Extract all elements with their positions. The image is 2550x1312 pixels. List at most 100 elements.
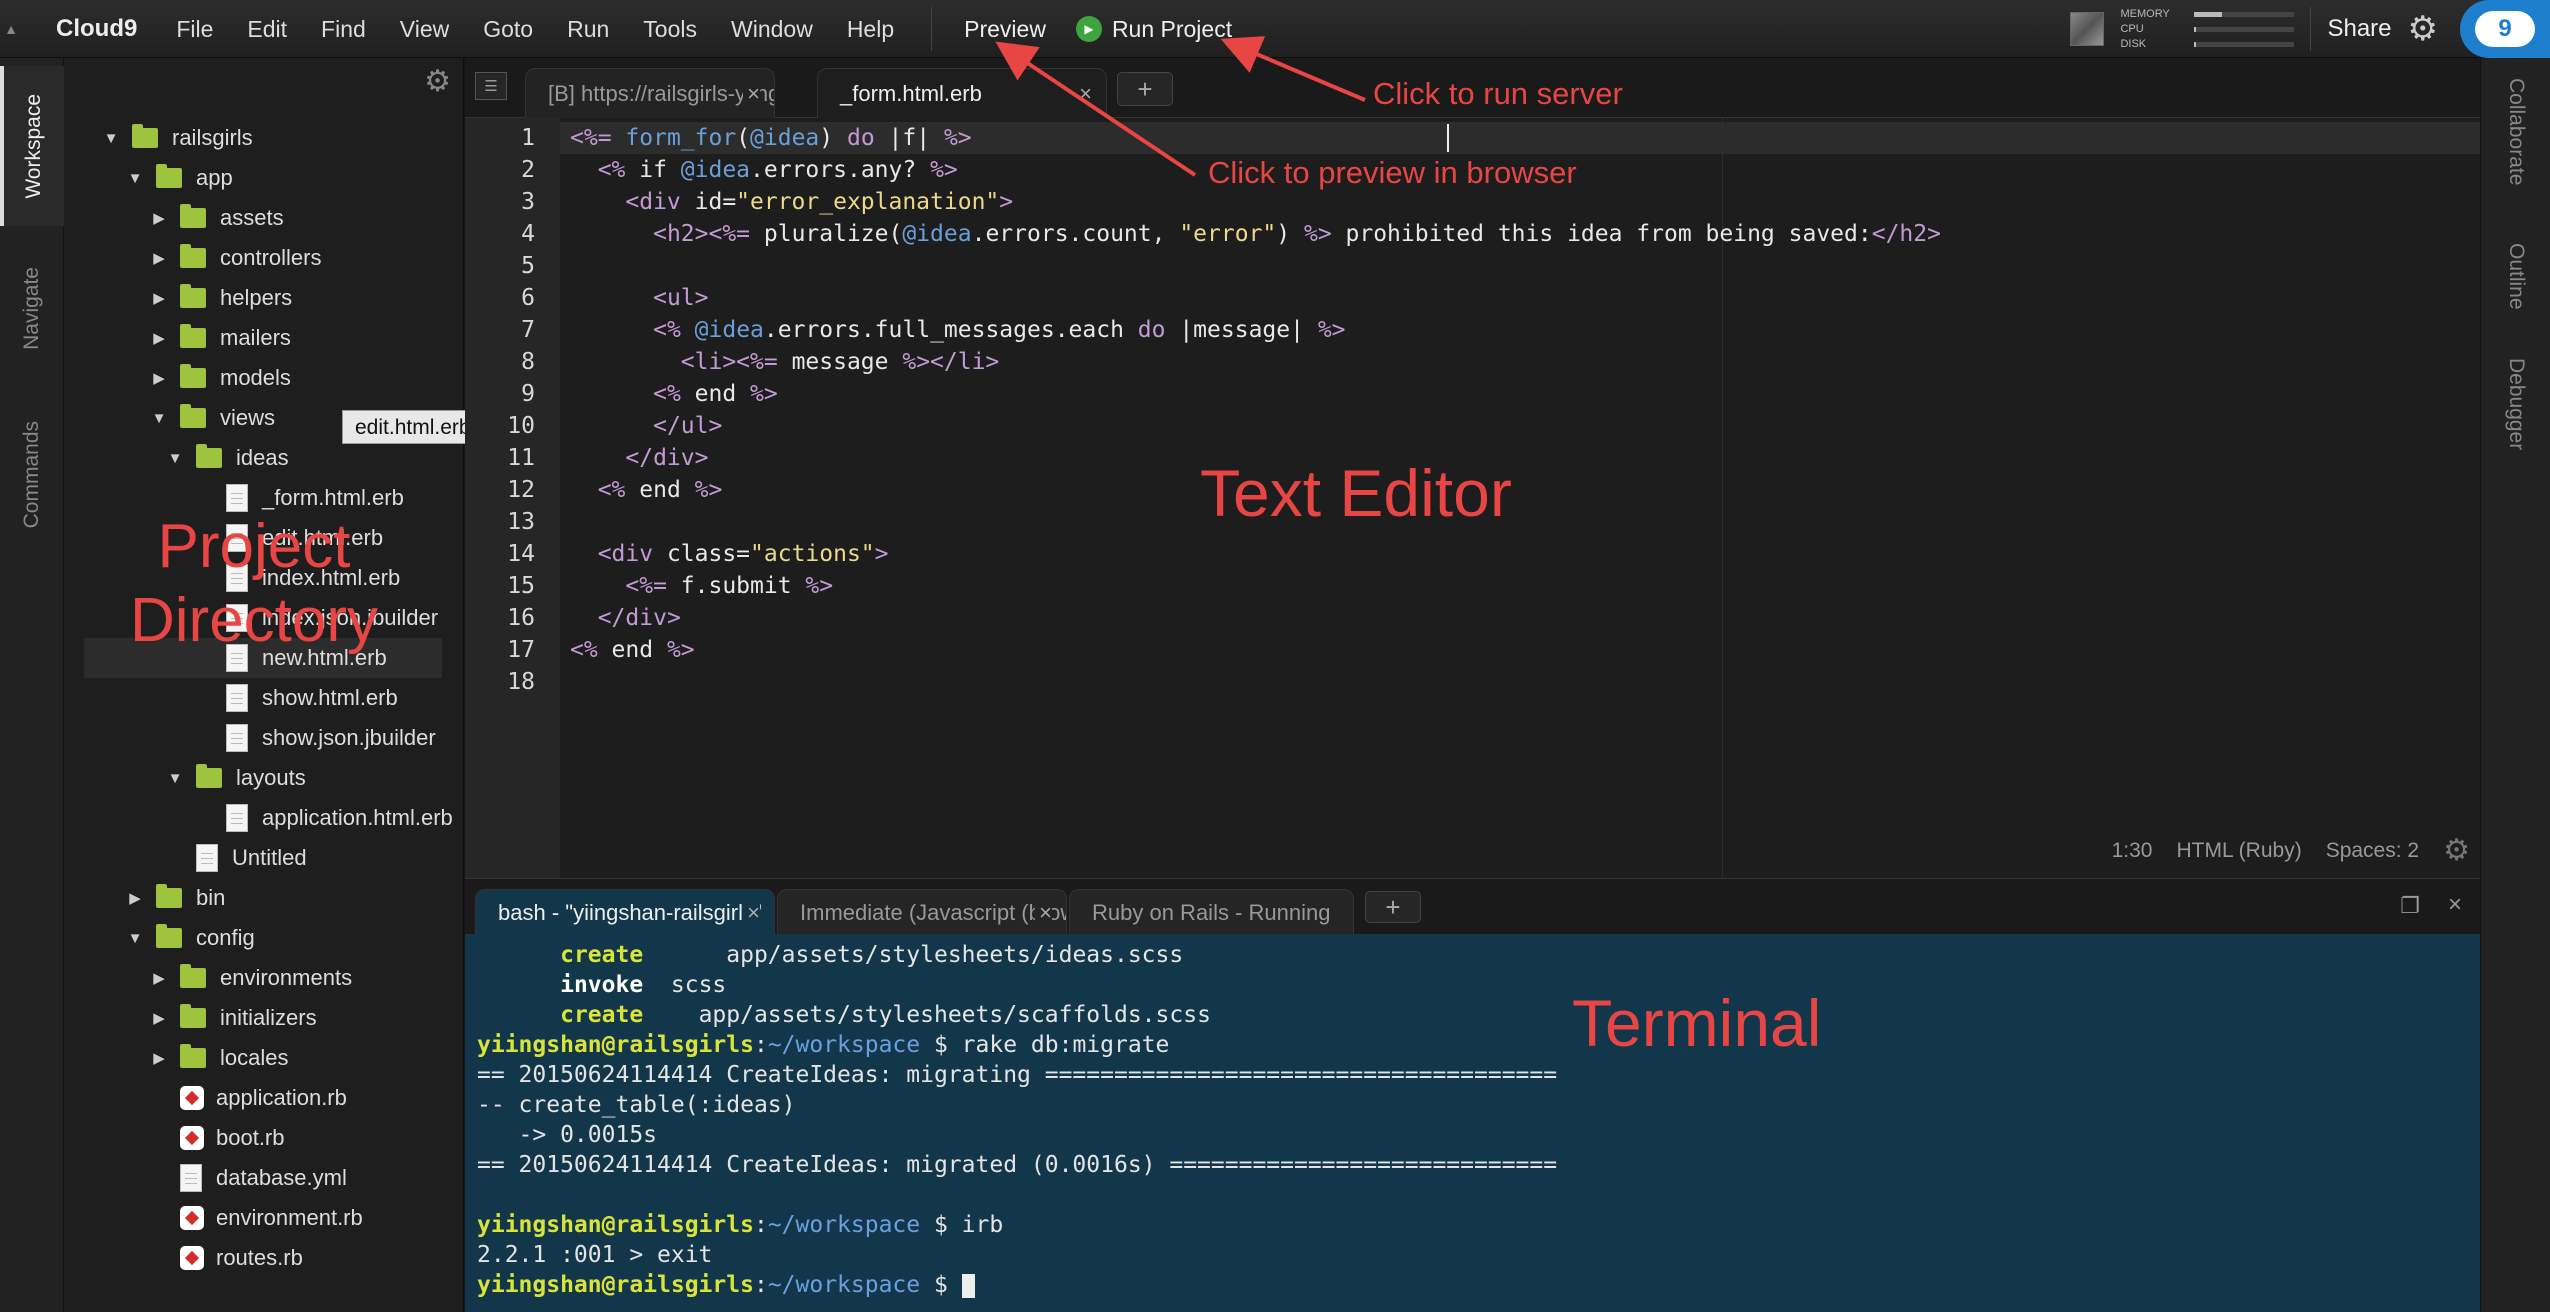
triangle-up-icon: ▲	[4, 20, 18, 37]
cloud9-logo[interactable]: 9	[2460, 0, 2550, 58]
gear-icon[interactable]: ⚙	[2408, 9, 2438, 49]
line-number: 1	[521, 125, 535, 151]
tab-immediate[interactable]: Immediate (Javascript (browser)) ×	[777, 889, 1067, 935]
close-icon[interactable]: ×	[1079, 69, 1092, 119]
tree-item-application-html-erb[interactable]: application.html.erb	[64, 798, 453, 838]
terminal-line: yiingshan@railsgirls:~/workspace $ rake …	[477, 1030, 1169, 1060]
menu-view[interactable]: View	[383, 0, 466, 58]
rail-tab-debugger[interactable]: Debugger	[2481, 358, 2550, 450]
menu-help[interactable]: Help	[830, 0, 911, 58]
stat-fill	[2194, 41, 2197, 47]
tree-item-bin[interactable]: ▶ bin	[64, 878, 225, 918]
chevron-down-icon[interactable]: ▼	[164, 770, 186, 787]
tree-item-locales[interactable]: ▶ locales	[64, 1038, 288, 1078]
share-button[interactable]: Share	[2327, 15, 2391, 43]
terminal-line: create app/assets/stylesheets/ideas.scss	[477, 940, 1183, 970]
indent-setting[interactable]: Spaces: 2	[2326, 839, 2419, 863]
tree-item-boot-rb[interactable]: boot.rb	[64, 1118, 285, 1158]
tree-item-show-html-erb[interactable]: show.html.erb	[64, 678, 398, 718]
chevron-right-icon[interactable]: ▶	[148, 289, 170, 307]
tree-item-label: locales	[220, 1045, 289, 1070]
tree-item-controllers[interactable]: ▶ controllers	[64, 238, 321, 278]
rail-tab-workspace[interactable]: Workspace	[0, 66, 64, 226]
terminal-token: yiingshan@railsgirls	[477, 1212, 754, 1238]
rail-tab-commands[interactable]: Commands	[0, 380, 64, 570]
close-icon[interactable]: ×	[743, 890, 760, 935]
chevron-down-icon[interactable]: ▼	[124, 930, 146, 947]
tree-item-layouts[interactable]: ▼ layouts	[64, 758, 306, 798]
close-icon[interactable]: ×	[743, 69, 760, 118]
chevron-right-icon[interactable]: ▶	[148, 209, 170, 227]
code-token: </h2>	[1871, 221, 1941, 247]
line-number: 8	[521, 349, 535, 375]
terminal[interactable]: create app/assets/stylesheets/ideas.scss…	[465, 934, 2480, 1312]
tree-item-database-yml[interactable]: database.yml	[64, 1158, 347, 1198]
menu-run[interactable]: Run	[550, 0, 626, 58]
tree-item-label: helpers	[220, 285, 293, 310]
menu-find[interactable]: Find	[304, 0, 383, 58]
menu-window[interactable]: Window	[714, 0, 830, 58]
chevron-right-icon[interactable]: ▶	[148, 1049, 170, 1067]
chevron-right-icon[interactable]: ▶	[148, 329, 170, 347]
editor-status-bar: 1:30 HTML (Ruby) Spaces: 2 ⚙	[2088, 833, 2470, 868]
chevron-down-icon[interactable]: ▼	[124, 170, 146, 187]
tree-item-railsgirls[interactable]: ▼ railsgirls	[64, 118, 253, 158]
chevron-down-icon[interactable]: ▼	[100, 130, 122, 147]
tree-item-helpers[interactable]: ▶ helpers	[64, 278, 292, 318]
language-mode[interactable]: HTML (Ruby)	[2176, 839, 2301, 863]
tree-item-config[interactable]: ▼ config	[64, 918, 255, 958]
tree-item-environments[interactable]: ▶ environments	[64, 958, 352, 998]
chevron-down-icon[interactable]: ▼	[148, 410, 170, 427]
gear-icon[interactable]: ⚙	[2443, 833, 2470, 868]
rail-tab-label: Outline	[2505, 243, 2528, 310]
annotation-word: Project	[157, 512, 351, 581]
run-project-button[interactable]: ▶ Run Project	[1064, 0, 1244, 58]
maximize-icon[interactable]: ❐	[2400, 893, 2420, 919]
tree-item-initializers[interactable]: ▶ initializers	[64, 998, 317, 1038]
chevron-right-icon[interactable]: ▶	[148, 249, 170, 267]
menu-tools[interactable]: Tools	[626, 0, 714, 58]
chevron-right-icon[interactable]: ▶	[148, 969, 170, 987]
chevron-right-icon[interactable]: ▶	[124, 889, 146, 907]
tab-browser-preview[interactable]: [B] https://railsgirls-yiingshan ×	[525, 68, 775, 118]
resource-stats: MEMORY CPU DISK	[2120, 0, 2295, 58]
tab-list-icon[interactable]: ☰	[475, 72, 507, 100]
preview-button[interactable]: Preview	[946, 0, 1064, 58]
close-icon[interactable]: ×	[2448, 891, 2462, 919]
tab-rails-running[interactable]: Ruby on Rails - Running	[1069, 889, 1354, 935]
chevron-right-icon[interactable]: ▶	[148, 369, 170, 387]
collapse-menubar-button[interactable]: ▲	[0, 0, 22, 58]
tab-form-html-erb[interactable]: _form.html.erb ×	[817, 68, 1107, 119]
tree-item-untitled[interactable]: Untitled	[64, 838, 307, 878]
rail-tab-collaborate[interactable]: Collaborate	[2481, 78, 2550, 185]
code-token: <%=	[570, 125, 612, 151]
tree-item-application-rb[interactable]: application.rb	[64, 1078, 347, 1118]
add-tab-button[interactable]: +	[1117, 72, 1173, 106]
line-number: 13	[507, 509, 535, 535]
tab-bash[interactable]: bash - "yiingshan-railsgirls" ×	[475, 889, 775, 935]
cursor-position[interactable]: 1:30	[2112, 839, 2153, 863]
folder-icon	[180, 244, 206, 268]
tree-item-mailers[interactable]: ▶ mailers	[64, 318, 291, 358]
chevron-down-icon[interactable]: ▼	[164, 450, 186, 467]
add-tab-button[interactable]: +	[1365, 891, 1421, 923]
tree-item-ideas[interactable]: ▼ ideas	[64, 438, 289, 478]
tree-item-label: models	[220, 365, 291, 390]
tree-item-app[interactable]: ▼ app	[64, 158, 233, 198]
rail-tab-outline[interactable]: Outline	[2481, 243, 2550, 310]
tree-item-models[interactable]: ▶ models	[64, 358, 291, 398]
close-icon[interactable]: ×	[1035, 890, 1052, 935]
chevron-right-icon[interactable]: ▶	[148, 1009, 170, 1027]
rail-tab-navigate[interactable]: Navigate	[0, 228, 64, 388]
tree-settings-gear-icon[interactable]: ⚙	[424, 64, 451, 99]
cloud9-brand[interactable]: Cloud9	[56, 15, 137, 43]
tree-item-assets[interactable]: ▶ assets	[64, 198, 284, 238]
menu-file[interactable]: File	[159, 0, 230, 58]
menu-goto[interactable]: Goto	[466, 0, 550, 58]
tree-item-environment-rb[interactable]: environment.rb	[64, 1198, 363, 1238]
tree-item-routes-rb[interactable]: routes.rb	[64, 1238, 303, 1278]
avatar[interactable]	[2070, 12, 2105, 46]
tree-item-views[interactable]: ▼ views	[64, 398, 275, 438]
menu-edit[interactable]: Edit	[230, 0, 304, 58]
tree-item-show-json-jbuilder[interactable]: show.json.jbuilder	[64, 718, 436, 758]
